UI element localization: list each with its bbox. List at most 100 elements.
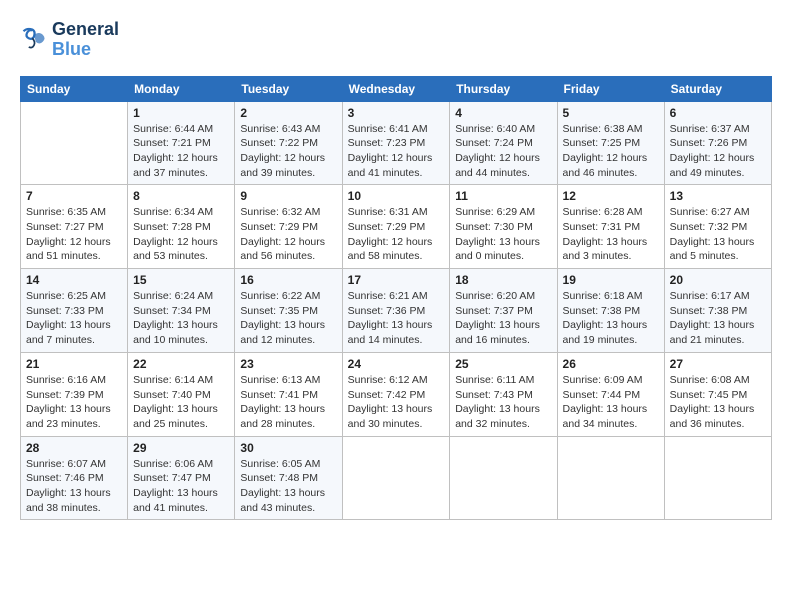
day-number: 6	[670, 106, 766, 120]
day-cell: 14 Sunrise: 6:25 AMSunset: 7:33 PMDayligh…	[21, 269, 128, 353]
day-cell: 25 Sunrise: 6:11 AMSunset: 7:43 PMDayligh…	[450, 352, 557, 436]
day-cell: 17 Sunrise: 6:21 AMSunset: 7:36 PMDayligh…	[342, 269, 450, 353]
weekday-header-thursday: Thursday	[450, 76, 557, 101]
day-info: Sunrise: 6:27 AMSunset: 7:32 PMDaylight:…	[670, 206, 755, 262]
day-cell: 5 Sunrise: 6:38 AMSunset: 7:25 PMDaylight…	[557, 101, 664, 185]
day-number: 11	[455, 189, 551, 203]
weekday-header-sunday: Sunday	[21, 76, 128, 101]
day-cell	[342, 436, 450, 520]
weekday-header-friday: Friday	[557, 76, 664, 101]
day-info: Sunrise: 6:11 AMSunset: 7:43 PMDaylight:…	[455, 374, 540, 430]
day-cell: 30 Sunrise: 6:05 AMSunset: 7:48 PMDayligh…	[235, 436, 342, 520]
day-info: Sunrise: 6:24 AMSunset: 7:34 PMDaylight:…	[133, 290, 218, 346]
day-info: Sunrise: 6:25 AMSunset: 7:33 PMDaylight:…	[26, 290, 111, 346]
day-number: 1	[133, 106, 229, 120]
day-info: Sunrise: 6:16 AMSunset: 7:39 PMDaylight:…	[26, 374, 111, 430]
day-info: Sunrise: 6:21 AMSunset: 7:36 PMDaylight:…	[348, 290, 433, 346]
day-number: 19	[563, 273, 659, 287]
day-cell	[664, 436, 771, 520]
day-number: 2	[240, 106, 336, 120]
weekday-header-tuesday: Tuesday	[235, 76, 342, 101]
day-cell: 7 Sunrise: 6:35 AMSunset: 7:27 PMDaylight…	[21, 185, 128, 269]
day-number: 12	[563, 189, 659, 203]
day-info: Sunrise: 6:28 AMSunset: 7:31 PMDaylight:…	[563, 206, 648, 262]
day-info: Sunrise: 6:12 AMSunset: 7:42 PMDaylight:…	[348, 374, 433, 430]
day-info: Sunrise: 6:29 AMSunset: 7:30 PMDaylight:…	[455, 206, 540, 262]
day-number: 14	[26, 273, 122, 287]
day-number: 26	[563, 357, 659, 371]
day-info: Sunrise: 6:05 AMSunset: 7:48 PMDaylight:…	[240, 458, 325, 514]
day-cell	[450, 436, 557, 520]
day-cell: 8 Sunrise: 6:34 AMSunset: 7:28 PMDaylight…	[128, 185, 235, 269]
day-info: Sunrise: 6:40 AMSunset: 7:24 PMDaylight:…	[455, 123, 540, 179]
day-info: Sunrise: 6:13 AMSunset: 7:41 PMDaylight:…	[240, 374, 325, 430]
day-info: Sunrise: 6:06 AMSunset: 7:47 PMDaylight:…	[133, 458, 218, 514]
day-number: 8	[133, 189, 229, 203]
day-number: 25	[455, 357, 551, 371]
day-info: Sunrise: 6:22 AMSunset: 7:35 PMDaylight:…	[240, 290, 325, 346]
day-number: 13	[670, 189, 766, 203]
day-cell: 11 Sunrise: 6:29 AMSunset: 7:30 PMDayligh…	[450, 185, 557, 269]
day-info: Sunrise: 6:44 AMSunset: 7:21 PMDaylight:…	[133, 123, 218, 179]
logo-line2: Blue	[52, 40, 119, 60]
day-cell: 19 Sunrise: 6:18 AMSunset: 7:38 PMDayligh…	[557, 269, 664, 353]
day-info: Sunrise: 6:08 AMSunset: 7:45 PMDaylight:…	[670, 374, 755, 430]
day-info: Sunrise: 6:38 AMSunset: 7:25 PMDaylight:…	[563, 123, 648, 179]
day-cell: 28 Sunrise: 6:07 AMSunset: 7:46 PMDayligh…	[21, 436, 128, 520]
day-number: 7	[26, 189, 122, 203]
day-cell: 20 Sunrise: 6:17 AMSunset: 7:38 PMDayligh…	[664, 269, 771, 353]
weekday-header-row: SundayMondayTuesdayWednesdayThursdayFrid…	[21, 76, 772, 101]
day-number: 30	[240, 441, 336, 455]
day-number: 24	[348, 357, 445, 371]
day-cell: 10Sunrise: 6:31 AMSunset: 7:29 PMDayligh…	[342, 185, 450, 269]
day-cell: 4 Sunrise: 6:40 AMSunset: 7:24 PMDaylight…	[450, 101, 557, 185]
day-cell: 22Sunrise: 6:14 AMSunset: 7:40 PMDayligh…	[128, 352, 235, 436]
day-number: 29	[133, 441, 229, 455]
day-number: 23	[240, 357, 336, 371]
day-cell: 1 Sunrise: 6:44 AMSunset: 7:21 PMDaylight…	[128, 101, 235, 185]
day-info: Sunrise: 6:14 AMSunset: 7:40 PMDaylight:…	[133, 374, 218, 430]
logo: General Blue	[20, 20, 119, 60]
day-cell: 29 Sunrise: 6:06 AMSunset: 7:47 PMDayligh…	[128, 436, 235, 520]
day-number: 5	[563, 106, 659, 120]
day-cell: 9Sunrise: 6:32 AMSunset: 7:29 PMDaylight…	[235, 185, 342, 269]
day-number: 21	[26, 357, 122, 371]
day-cell: 13 Sunrise: 6:27 AMSunset: 7:32 PMDayligh…	[664, 185, 771, 269]
day-info: Sunrise: 6:31 AMSunset: 7:29 PMDaylight:…	[348, 206, 433, 262]
day-info: Sunrise: 6:35 AMSunset: 7:27 PMDaylight:…	[26, 206, 111, 262]
day-number: 20	[670, 273, 766, 287]
day-number: 18	[455, 273, 551, 287]
day-number: 28	[26, 441, 122, 455]
week-row-3: 14 Sunrise: 6:25 AMSunset: 7:33 PMDayligh…	[21, 269, 772, 353]
calendar-table: SundayMondayTuesdayWednesdayThursdayFrid…	[20, 76, 772, 521]
day-cell: 2 Sunrise: 6:43 AMSunset: 7:22 PMDaylight…	[235, 101, 342, 185]
day-cell: 3Sunrise: 6:41 AMSunset: 7:23 PMDaylight…	[342, 101, 450, 185]
day-number: 9	[240, 189, 336, 203]
weekday-header-saturday: Saturday	[664, 76, 771, 101]
day-info: Sunrise: 6:43 AMSunset: 7:22 PMDaylight:…	[240, 123, 325, 179]
day-info: Sunrise: 6:34 AMSunset: 7:28 PMDaylight:…	[133, 206, 218, 262]
day-info: Sunrise: 6:37 AMSunset: 7:26 PMDaylight:…	[670, 123, 755, 179]
weekday-header-wednesday: Wednesday	[342, 76, 450, 101]
day-number: 17	[348, 273, 445, 287]
day-info: Sunrise: 6:17 AMSunset: 7:38 PMDaylight:…	[670, 290, 755, 346]
day-cell: 24 Sunrise: 6:12 AMSunset: 7:42 PMDayligh…	[342, 352, 450, 436]
day-number: 4	[455, 106, 551, 120]
day-number: 27	[670, 357, 766, 371]
day-cell	[21, 101, 128, 185]
logo-line1: General	[52, 20, 119, 40]
day-cell: 16Sunrise: 6:22 AMSunset: 7:35 PMDayligh…	[235, 269, 342, 353]
day-cell: 26 Sunrise: 6:09 AMSunset: 7:44 PMDayligh…	[557, 352, 664, 436]
page-header: General Blue	[20, 20, 772, 60]
week-row-5: 28 Sunrise: 6:07 AMSunset: 7:46 PMDayligh…	[21, 436, 772, 520]
day-cell: 21 Sunrise: 6:16 AMSunset: 7:39 PMDayligh…	[21, 352, 128, 436]
week-row-1: 1 Sunrise: 6:44 AMSunset: 7:21 PMDaylight…	[21, 101, 772, 185]
day-cell: 15Sunrise: 6:24 AMSunset: 7:34 PMDayligh…	[128, 269, 235, 353]
weekday-header-monday: Monday	[128, 76, 235, 101]
week-row-4: 21 Sunrise: 6:16 AMSunset: 7:39 PMDayligh…	[21, 352, 772, 436]
day-cell: 23 Sunrise: 6:13 AMSunset: 7:41 PMDayligh…	[235, 352, 342, 436]
day-info: Sunrise: 6:18 AMSunset: 7:38 PMDaylight:…	[563, 290, 648, 346]
day-info: Sunrise: 6:07 AMSunset: 7:46 PMDaylight:…	[26, 458, 111, 514]
day-cell: 12 Sunrise: 6:28 AMSunset: 7:31 PMDayligh…	[557, 185, 664, 269]
day-info: Sunrise: 6:09 AMSunset: 7:44 PMDaylight:…	[563, 374, 648, 430]
